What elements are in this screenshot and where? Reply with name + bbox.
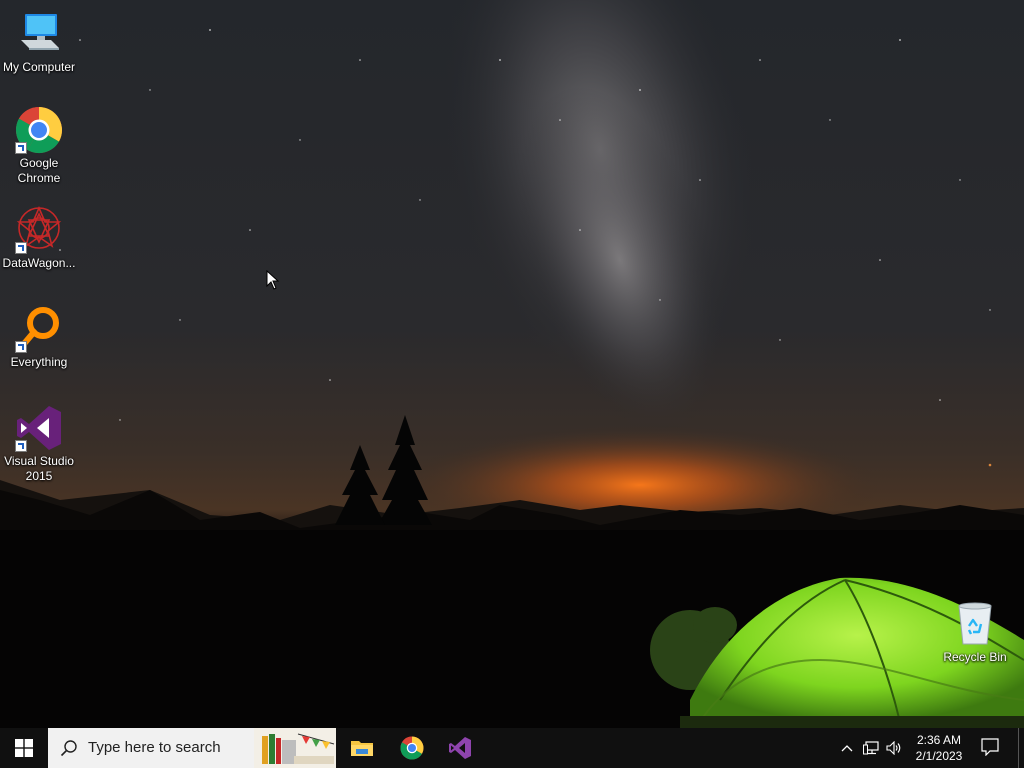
clock-date: 2/1/2023 bbox=[915, 749, 963, 763]
shortcut-arrow-icon bbox=[15, 242, 27, 254]
recycle-bin-icon bbox=[951, 600, 999, 648]
desktop-icon-everything[interactable]: Everything bbox=[0, 305, 78, 370]
desktop-icon-label: DataWagon... bbox=[2, 256, 76, 270]
chrome-icon bbox=[15, 106, 63, 154]
taskbar-google-chrome[interactable] bbox=[388, 728, 436, 768]
taskbar-visual-studio[interactable] bbox=[436, 728, 484, 768]
shortcut-arrow-icon bbox=[15, 341, 27, 353]
search-placeholder: Type here to search bbox=[88, 739, 221, 756]
folder-icon bbox=[351, 741, 373, 756]
desktop-wallpaper bbox=[0, 0, 1024, 728]
visual-studio-icon bbox=[15, 404, 63, 452]
desktop-icon-visual-studio-2015[interactable]: Visual Studio 2015 bbox=[0, 404, 78, 484]
desktop-icon-datawagon[interactable]: DataWagon... bbox=[0, 205, 78, 271]
chrome-icon bbox=[400, 736, 424, 760]
taskbar: Type here to search 2:36 AM 2/1/2023 bbox=[0, 728, 1024, 768]
desktop-icon-label: My Computer bbox=[2, 60, 76, 74]
network-icon[interactable] bbox=[862, 740, 880, 756]
search-highlight-illustration-icon bbox=[254, 728, 336, 768]
datawagon-icon bbox=[15, 205, 63, 254]
desktop-icon-label: Google Chrome bbox=[17, 156, 61, 185]
clock-time: 2:36 AM bbox=[916, 733, 962, 747]
everything-search-icon bbox=[15, 305, 63, 353]
show-desktop-button[interactable] bbox=[1018, 728, 1024, 768]
computer-icon bbox=[15, 10, 63, 58]
desktop-icon-label: Visual Studio 2015 bbox=[4, 454, 74, 483]
visual-studio-icon bbox=[449, 737, 471, 759]
desktop-icon-recycle-bin[interactable]: Recycle Bin bbox=[936, 600, 1014, 665]
taskbar-clock[interactable]: 2:36 AM 2/1/2023 bbox=[906, 732, 972, 764]
desktop-icon-my-computer[interactable]: My Computer bbox=[0, 10, 78, 75]
shortcut-arrow-icon bbox=[15, 142, 27, 154]
mouse-cursor-icon bbox=[266, 269, 280, 295]
show-hidden-icons-chevron-icon[interactable] bbox=[838, 740, 856, 756]
desktop-icon-label: Everything bbox=[10, 355, 68, 369]
action-center-notification-icon[interactable] bbox=[980, 738, 1002, 758]
taskbar-file-explorer[interactable] bbox=[338, 728, 386, 768]
volume-icon[interactable] bbox=[885, 740, 903, 756]
windows-logo-icon bbox=[15, 739, 33, 757]
shortcut-arrow-icon bbox=[15, 440, 27, 452]
search-icon bbox=[60, 740, 77, 757]
start-button[interactable] bbox=[0, 728, 48, 768]
desktop-icon-google-chrome[interactable]: Google Chrome bbox=[0, 106, 78, 186]
desktop-icon-label: Recycle Bin bbox=[943, 650, 1007, 664]
taskbar-search-box[interactable]: Type here to search bbox=[48, 728, 336, 768]
